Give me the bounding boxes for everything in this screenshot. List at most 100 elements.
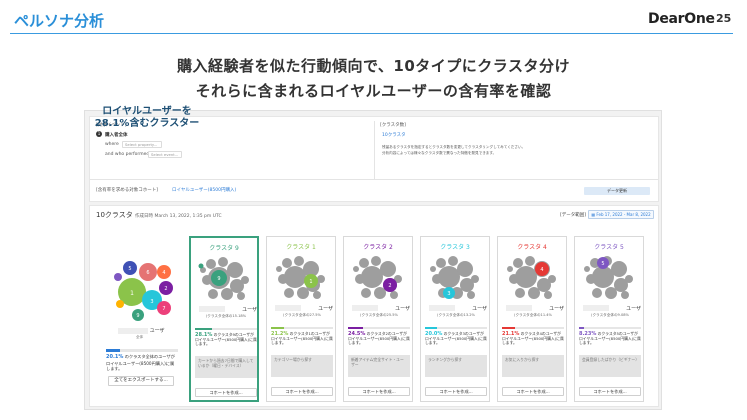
svg-text:5: 5 [128,266,131,272]
svg-text:1: 1 [130,290,134,297]
cluster-count-value[interactable]: 10クラスタ [382,132,406,138]
small-bubble [198,263,204,269]
cluster-desc: 21.1% のクラスタ4のユーザがロイヤルユーザー(8500円購入)に属します。 [502,331,564,346]
create-cohort-button[interactable]: コホートを作成... [579,387,641,396]
cluster-card-title: クラスタ 3 [440,244,470,251]
date-range-label: [データ範囲] [559,213,586,218]
bubble [430,266,436,272]
cluster-desc: 21.2% のクラスタ1のユーザがロイヤルユーザー(8500円購入)に属します。 [271,331,333,346]
bubble [276,266,282,272]
bubble [471,275,479,283]
overall-pct: 20.1% [106,354,124,360]
cluster-heading-text: 10クラスタ [96,211,133,219]
cluster-desc: 8.23% のクラスタ5のユーザがロイヤルユーザー(8500円購入)に属します。 [579,331,641,346]
page-number: 25 [716,12,732,25]
cluster-progress-fill [195,328,213,330]
cluster-bubble-chart: 2 [353,256,402,299]
overall-bubble-chart: 1 3 6 2 5 4 7 9 [114,261,173,321]
cluster-heading: 10クラスタ 作成日時 March 13, 2022, 1:35 pm UTC [96,210,222,220]
cluster-progress-fill [579,327,585,329]
bubble [448,256,458,266]
cluster-tag-input[interactable]: カートから過去7日間で購入しているか（曜日・デバイス） [195,356,257,378]
bubble [202,275,212,285]
cluster-progress-bar [271,327,333,329]
bubble [390,291,398,299]
create-cohort-button[interactable]: コホートを作成... [425,387,487,396]
bubble [282,258,292,268]
cluster-card-title: クラスタ 4 [517,244,547,251]
bubble [361,288,371,298]
svg-text:7: 7 [162,306,165,312]
bubble [237,292,245,300]
cluster-card-title: クラスタ 5 [594,244,624,251]
bubble [353,266,359,272]
bubble [227,262,243,278]
cluster-card[interactable]: クラスタ 1 1 ユーザ (クラスタ全体の27.5% 21.2% のクラスタ1のユーザが… [266,236,336,402]
overall-progress-fill [106,349,121,352]
cluster-bubble-chart: 9 [198,257,249,300]
cluster-progress-bar [502,327,564,329]
cluster-card[interactable]: クラスタ 3 3 ユーザ (クラスタ全体の13.2% 20.0% のクラスタ3のユーザが… [420,236,490,402]
created-at: 作成日時 March 13, 2022, 1:35 pm UTC [135,214,222,219]
cluster-tag-input[interactable]: 新着アイテム完全サイト・ユーザー [348,355,410,377]
performed-select[interactable]: Select event... [148,151,182,158]
cluster-card[interactable]: クラスタ 5 5 ユーザ (クラスタ全体の9.08% 8.23% のクラスタ5のユーザが… [574,236,644,402]
where-select[interactable]: Select property... [122,141,162,148]
bubble [528,287,540,299]
headline-line-1: 購入経験者を似た行動傾向で、10タイプにクラスタ分け [177,57,570,75]
cluster-progress-bar [195,328,257,330]
bubble [208,289,218,299]
cluster-bubble-chart: 4 [507,256,556,299]
cluster-tag-input[interactable]: 会員登録したばかり（ビギナー） [579,355,641,377]
bubble-cluster-8 [114,273,122,281]
cluster-card[interactable]: クラスタ 2 2 ユーザ (クラスタ全体の25.5% 24.5% のクラスタ2のユーザが… [343,236,413,402]
overall-progress-bar [106,349,178,352]
highlighted-bubble-label: 5 [601,261,604,267]
cluster-users-label: ユーザ [626,306,641,312]
overall-desc: 20.1% のクラスタ全体のユーザがロイヤルユーザー(8500円購入)に属します… [106,354,178,372]
bubble [548,275,556,283]
export-all-button[interactable]: 全てをエクスポートする... [108,376,174,386]
panel-divider-horizontal [90,179,658,180]
redacted-count [118,327,148,334]
bubble [611,261,627,277]
slide: ペルソナ分析 DearOne 25 購入経験者を似た行動傾向で、10タイプにクラ… [0,0,747,420]
cluster-desc: 28.1% のクラスタ9のユーザがロイヤルユーザー(8500円購入)に属します。 [195,332,257,347]
cluster-card[interactable]: クラスタ 9 9 ユーザ (クラスタ全体の15.18% 28.1% のクラスタ9のユーザ… [189,236,259,402]
create-cohort-button[interactable]: コホートを作成... [502,387,564,396]
svg-text:6: 6 [146,270,149,276]
cohort-label: [含有率を求める対象コホート] [96,188,159,193]
bubble [515,288,525,298]
cluster-tag-input[interactable]: ランキングから探す [425,355,487,377]
date-range-picker[interactable]: ▦ Feb 17, 2022 - Mar 8, 2022 [588,210,654,219]
bubble [371,256,381,266]
cluster-users-label: ユーザ [395,306,410,312]
cluster-users-label: ユーザ [549,306,564,312]
svg-text:3: 3 [150,299,153,305]
cluster-progress-fill [271,327,285,329]
brand-logo: DearOne [648,11,715,27]
bubble [380,261,396,277]
cluster-bubble-chart: 1 [276,256,325,299]
cluster-card-title: クラスタ 9 [209,245,239,252]
bubble [436,258,446,268]
bubble [544,291,552,299]
run-button[interactable]: データ更新 [584,187,650,195]
cluster-progress-bar [348,327,410,329]
cluster-card[interactable]: クラスタ 4 4 ユーザ (クラスタ全体の11.4% 21.1% のクラスタ4のユーザが… [497,236,567,402]
bubble [509,274,519,284]
cluster-share: (クラスタ全体の27.5% [283,313,321,317]
cluster-desc: 20.0% のクラスタ3のユーザがロイヤルユーザー(8500円購入)に属します。 [425,331,487,346]
cohort-value[interactable]: ロイヤルユーザー(8500円購入) [172,187,236,193]
headline-line-2: それらに含まれるロイヤルユーザーの含有率を確認 [195,82,552,100]
cluster-tag-input[interactable]: お気に入りから探す [502,355,564,377]
target-event-name[interactable]: 購入者全体 [105,132,128,138]
cluster-card-title: クラスタ 2 [363,244,393,251]
bubble [317,275,325,283]
create-cohort-button[interactable]: コホートを作成... [271,387,333,396]
cluster-progress-fill [502,327,516,329]
cluster-share: (クラスタ全体の9.08% [591,313,629,317]
create-cohort-button[interactable]: コホートを作成... [195,388,257,397]
cluster-tag-input[interactable]: カテゴリー場から探す [271,355,333,377]
create-cohort-button[interactable]: コホートを作成... [348,387,410,396]
